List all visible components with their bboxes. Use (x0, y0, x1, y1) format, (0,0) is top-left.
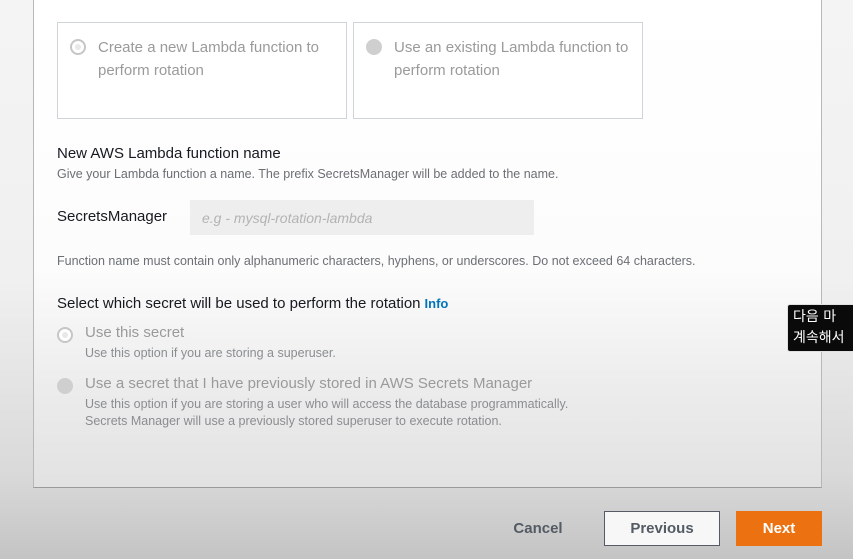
subtitle-line-2: 계속해서 (793, 330, 845, 346)
use-this-secret-radio[interactable] (57, 327, 73, 343)
tile-create-new-lambda[interactable]: Create a new Lambda function to perform … (57, 22, 347, 119)
tile-use-existing-lambda[interactable]: Use an existing Lambda function to perfo… (353, 22, 643, 119)
existing-lambda-label: Use an existing Lambda function to perfo… (394, 39, 629, 79)
video-subtitle-overlay: 다음 마 계속해서 (787, 304, 853, 352)
secret-selection-title-text: Select which secret will be used to perf… (57, 295, 421, 312)
previous-button[interactable]: Previous (604, 511, 720, 546)
lambda-name-constraint: Function name must contain only alphanum… (57, 254, 696, 268)
secret-selection-title: Select which secret will be used to perf… (57, 295, 448, 312)
create-lambda-radio[interactable] (70, 39, 86, 55)
create-lambda-label: Create a new Lambda function to perform … (98, 39, 319, 79)
use-this-secret-label: Use this secret (85, 324, 185, 341)
lambda-name-description: Give your Lambda function a name. The pr… (57, 167, 559, 181)
cancel-button[interactable]: Cancel (497, 511, 579, 546)
use-stored-secret-label: Use a secret that I have previously stor… (85, 375, 533, 392)
use-stored-secret-radio[interactable] (57, 378, 73, 394)
subtitle-line-1: 다음 마 (793, 309, 837, 325)
lambda-name-title: New AWS Lambda function name (57, 145, 281, 162)
info-link[interactable]: Info (425, 296, 449, 311)
next-button[interactable]: Next (736, 511, 822, 546)
lambda-name-input[interactable] (190, 200, 534, 235)
use-this-secret-description: Use this option if you are storing a sup… (85, 346, 336, 360)
lambda-name-prefix: SecretsManager (57, 208, 168, 225)
existing-lambda-radio[interactable] (366, 39, 382, 55)
use-stored-secret-description: Use this option if you are storing a use… (85, 397, 569, 428)
